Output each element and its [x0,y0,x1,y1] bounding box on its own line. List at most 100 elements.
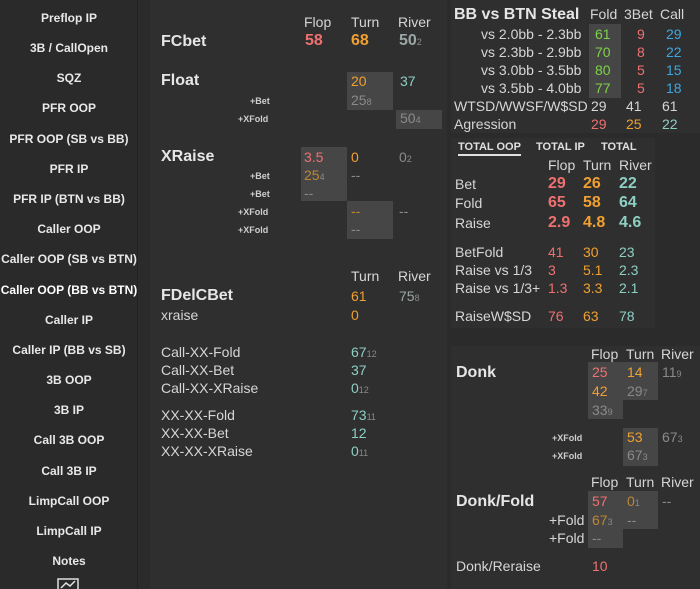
xraise-turn[interactable]: 0 [351,149,359,165]
call-xx-bet-value[interactable]: 37 [351,362,367,378]
sidebar-item-limpcall-ip[interactable]: LimpCall IP [0,521,138,541]
sidebar-item-call-3b-ip[interactable]: Call 3B IP [0,461,138,481]
chart-icon[interactable] [57,578,79,589]
totals-raisewsd-turn[interactable]: 63 [583,308,599,324]
sidebar-item-caller-ip-bb-vs-sb[interactable]: Caller IP (BB vs SB) [0,340,138,360]
donk-xfold1-river[interactable]: 673 [662,429,683,447]
xraise-river[interactable]: 02 [399,149,412,167]
steal-row-call[interactable]: 22 [666,44,682,60]
totals-fold-river[interactable]: 64 [619,194,637,212]
totals-raise-river[interactable]: 4.6 [619,214,641,232]
xraise-xfold1-turn[interactable]: -- [351,203,360,219]
xraise-bet1[interactable]: 254 [304,167,325,185]
fcbet-flop[interactable]: 58 [305,32,323,50]
xraise-flop[interactable]: 3.5 [304,149,323,165]
totals-raisewsd-river[interactable]: 78 [619,308,635,324]
fdelcbet-river[interactable]: 758 [399,288,420,306]
totals-bet-flop[interactable]: 29 [548,175,566,193]
donkfold-flop[interactable]: 57 [592,493,608,509]
donk-flop[interactable]: 25 [592,364,608,380]
totals-betfold-turn[interactable]: 30 [583,244,599,260]
call-xx-fold-value[interactable]: 6712 [351,344,377,362]
totals-raise-vs-third-plus-turn[interactable]: 3.3 [583,280,602,296]
sidebar-item-call-3b-oop[interactable]: Call 3B OOP [0,430,138,450]
sidebar-item-preflop-ip[interactable]: Preflop IP [0,8,138,28]
donkfold-river[interactable]: -- [662,493,671,509]
sidebar-item-pfr-oop[interactable]: PFR OOP [0,98,138,118]
totals-bet-river[interactable]: 22 [619,175,637,193]
steal-row-fold[interactable]: 70 [595,44,611,60]
steal-row-fold[interactable]: 80 [595,62,611,78]
sidebar-item-notes[interactable]: Notes [0,551,138,571]
steal-row-3bet[interactable]: 8 [637,44,645,60]
totals-raisewsd-flop[interactable]: 76 [548,308,564,324]
agression-flop[interactable]: 29 [591,116,607,132]
steal-row-call[interactable]: 18 [666,80,682,96]
steal-row-call[interactable]: 15 [666,62,682,78]
xx-xx-fold-value[interactable]: 7311 [351,407,376,425]
xraise-xfold1-river[interactable]: -- [399,203,408,219]
sidebar-item-3b-ip[interactable]: 3B IP [0,400,138,420]
totals-raise-vs-third-river[interactable]: 2.3 [619,262,638,278]
float-flop[interactable]: 20 [351,73,367,89]
float-xfold[interactable]: 504 [400,110,421,128]
xraise-bet1-turn[interactable]: -- [351,167,360,183]
wwsf-value[interactable]: 41 [626,98,642,114]
donk-turn[interactable]: 14 [627,364,643,380]
donk-flop-2[interactable]: 42 [592,383,608,399]
float-bet[interactable]: 258 [351,92,372,110]
xx-xx-xraise-value[interactable]: 011 [351,443,368,461]
totals-fold-turn[interactable]: 58 [583,194,601,212]
fdelcbet-xraise-turn[interactable]: 0 [351,307,359,323]
donkfold-turn[interactable]: 01 [627,493,640,511]
totals-betfold-flop[interactable]: 41 [548,244,564,260]
donkfold-fold1-flop[interactable]: 673 [592,512,613,530]
sidebar-item-caller-ip[interactable]: Caller IP [0,310,138,330]
tab-total-oop[interactable]: TOTAL OOP [458,139,521,156]
sidebar-item-caller-oop-sb-vs-btn[interactable]: Caller OOP (SB vs BTN) [0,249,138,269]
totals-raise-vs-third-plus-flop[interactable]: 1.3 [548,280,567,296]
steal-row-3bet[interactable]: 5 [637,62,645,78]
donkfold-fold2-flop[interactable]: -- [592,530,601,546]
sidebar-item-caller-oop[interactable]: Caller OOP [0,219,138,239]
sidebar-item-pfr-ip-btn-vs-bb[interactable]: PFR IP (BTN vs BB) [0,189,138,209]
xraise-xfold2-turn[interactable]: -- [351,221,360,237]
fcbet-turn[interactable]: 68 [351,32,369,50]
tab-total-ip[interactable]: TOTAL IP [536,139,585,156]
totals-raise-vs-third-plus-river[interactable]: 2.1 [619,280,638,296]
sidebar-item-3b-callopen[interactable]: 3B / CallOpen [0,38,138,58]
xraise-bet2-flop[interactable]: -- [304,185,313,201]
fdelcbet-turn[interactable]: 61 [351,288,367,304]
donk-river[interactable]: 119 [662,364,682,382]
totals-betfold-river[interactable]: 23 [619,244,635,260]
donk-flop-3[interactable]: 339 [592,402,613,420]
agression-river[interactable]: 22 [662,116,678,132]
sidebar-item-caller-oop-bb-vs-btn[interactable]: Caller OOP (BB vs BTN) [0,280,138,300]
fcbet-river[interactable]: 502 [399,32,422,50]
donk-reraise-value[interactable]: 10 [592,558,608,574]
sidebar-item-sqz[interactable]: SQZ [0,68,138,88]
agression-turn[interactable]: 25 [626,116,642,132]
totals-bet-turn[interactable]: 26 [583,175,601,193]
wsd-value[interactable]: 61 [662,98,678,114]
sidebar-item-pfr-ip[interactable]: PFR IP [0,159,138,179]
steal-row-3bet[interactable]: 5 [637,80,645,96]
float-turn[interactable]: 37 [400,73,416,89]
donk-xfold2-turn[interactable]: 673 [627,447,648,465]
steal-row-3bet[interactable]: 9 [637,26,645,42]
steal-row-call[interactable]: 29 [666,26,682,42]
donk-turn-2[interactable]: 297 [627,383,648,401]
totals-raise-vs-third-flop[interactable]: 3 [548,262,556,278]
totals-fold-flop[interactable]: 65 [548,194,566,212]
steal-row-fold[interactable]: 61 [595,26,611,42]
steal-row-fold[interactable]: 77 [595,80,611,96]
xx-xx-bet-value[interactable]: 12 [351,425,367,441]
totals-raise-flop[interactable]: 2.9 [548,214,570,232]
tab-total[interactable]: TOTAL [601,139,637,156]
call-xx-xraise-value[interactable]: 012 [351,380,369,398]
sidebar-item-pfr-oop-sb-vs-bb[interactable]: PFR OOP (SB vs BB) [0,129,138,149]
donkfold-fold1-turn[interactable]: -- [627,512,636,528]
totals-raise-vs-third-turn[interactable]: 5.1 [583,262,602,278]
sidebar-item-limpcall-oop[interactable]: LimpCall OOP [0,491,138,511]
wtsd-value[interactable]: 29 [591,98,607,114]
